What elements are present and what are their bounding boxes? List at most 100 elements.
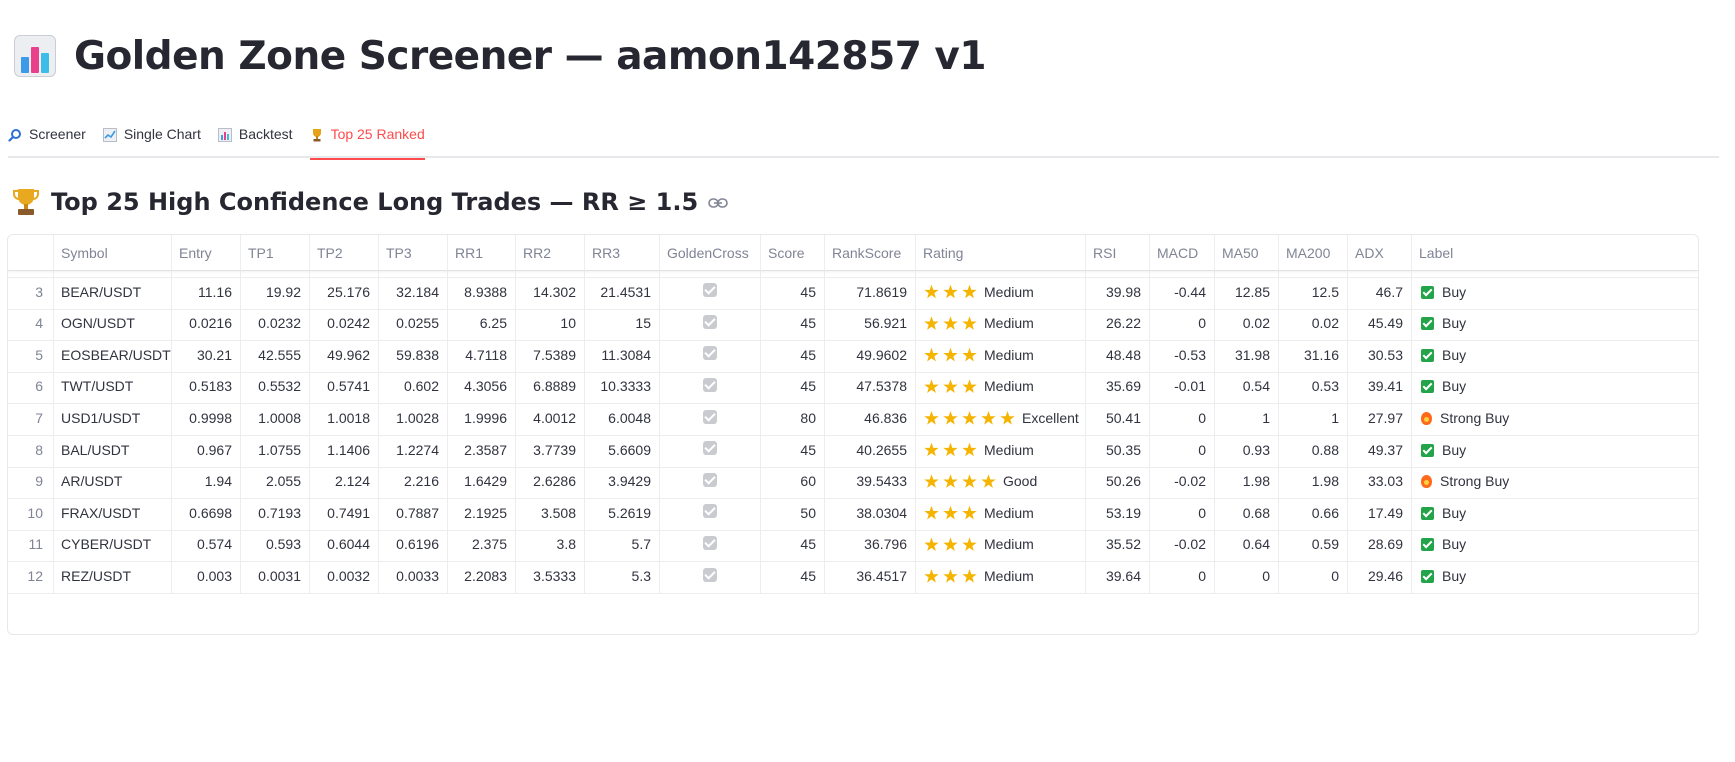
rsi-cell[interactable]: 35.52 bbox=[1086, 527, 1150, 563]
ma200-cell[interactable]: 0.66 bbox=[1279, 495, 1348, 531]
rr1-cell[interactable]: 1.9996 bbox=[448, 401, 516, 436]
tp3-cell[interactable]: 59.838 bbox=[379, 337, 448, 373]
entry-cell[interactable]: 0.9998 bbox=[172, 401, 241, 436]
golden-cross-checkbox[interactable] bbox=[660, 464, 761, 500]
rr1-cell[interactable]: 4.7118 bbox=[448, 337, 516, 373]
rating-cell[interactable]: Medium bbox=[916, 527, 1086, 563]
symbol-cell[interactable]: REZ/USDT bbox=[54, 559, 172, 594]
tp2-cell[interactable]: 0.0242 bbox=[310, 306, 379, 342]
rr1-cell[interactable]: 1.6429 bbox=[448, 464, 516, 500]
entry-cell[interactable]: 0.574 bbox=[172, 527, 241, 563]
entry-cell[interactable]: 1.94 bbox=[172, 464, 241, 500]
rr2-cell[interactable]: 3.8 bbox=[516, 527, 585, 563]
column-header[interactable]: MACD bbox=[1150, 235, 1215, 271]
rr1-cell[interactable]: 4.3056 bbox=[448, 369, 516, 405]
symbol-cell[interactable]: CYBER/USDT bbox=[54, 527, 172, 563]
rr3-cell[interactable]: 21.4531 bbox=[585, 274, 660, 310]
tab-screener[interactable]: Screener bbox=[8, 120, 86, 158]
golden-cross-checkbox[interactable] bbox=[660, 401, 761, 436]
rating-cell[interactable]: Medium bbox=[916, 432, 1086, 468]
adx-cell[interactable]: 28.69 bbox=[1348, 527, 1412, 563]
entry-cell[interactable]: 0.967 bbox=[172, 432, 241, 468]
tp2-cell[interactable]: 49.962 bbox=[310, 337, 379, 373]
rr1-cell[interactable]: 6.25 bbox=[448, 306, 516, 342]
tp1-cell[interactable]: 0.7193 bbox=[241, 495, 310, 531]
entry-cell[interactable]: 11.16 bbox=[172, 274, 241, 310]
score-cell[interactable]: 60 bbox=[761, 464, 825, 500]
symbol-cell[interactable]: USD1/USDT bbox=[54, 401, 172, 436]
row-index[interactable]: 9 bbox=[8, 464, 54, 500]
rr3-cell[interactable]: 15 bbox=[585, 306, 660, 342]
ranked-trades-table[interactable]: 2FAX/USDT0.99961.00061.00161.00269.99620… bbox=[7, 234, 1699, 635]
rank-score-cell[interactable]: 36.4517 bbox=[825, 559, 916, 594]
score-cell[interactable]: 45 bbox=[761, 527, 825, 563]
rank-score-cell[interactable]: 39.5433 bbox=[825, 464, 916, 500]
adx-cell[interactable]: 30.53 bbox=[1348, 337, 1412, 373]
ma50-cell[interactable]: 1 bbox=[1215, 401, 1279, 436]
signal-label-cell[interactable]: Buy bbox=[1412, 527, 1698, 562]
tp3-cell[interactable]: 0.0255 bbox=[379, 306, 448, 342]
link-icon[interactable] bbox=[708, 196, 729, 208]
adx-cell[interactable]: 27.97 bbox=[1348, 401, 1412, 436]
row-index[interactable]: 4 bbox=[8, 306, 54, 342]
table-row[interactable]: 9 AR/USDT 1.94 2.055 2.124 2.216 1.6429 2.6286 3… bbox=[8, 464, 1698, 500]
rating-cell[interactable]: Medium bbox=[916, 495, 1086, 531]
macd-cell[interactable]: -0.02 bbox=[1150, 464, 1215, 500]
rr2-cell[interactable]: 7.5389 bbox=[516, 337, 585, 373]
score-cell[interactable]: 45 bbox=[761, 337, 825, 373]
rating-cell[interactable]: Medium bbox=[916, 274, 1086, 310]
adx-cell[interactable]: 17.49 bbox=[1348, 495, 1412, 531]
golden-cross-checkbox[interactable] bbox=[660, 432, 761, 468]
tp2-cell[interactable]: 0.6044 bbox=[310, 527, 379, 563]
ma50-cell[interactable]: 0.93 bbox=[1215, 432, 1279, 468]
ma200-cell[interactable]: 1 bbox=[1279, 401, 1348, 436]
rsi-cell[interactable]: 35.69 bbox=[1086, 369, 1150, 405]
ma200-cell[interactable]: 0.88 bbox=[1279, 432, 1348, 468]
rating-cell[interactable]: Medium bbox=[916, 369, 1086, 405]
signal-label-cell[interactable]: Buy bbox=[1412, 559, 1698, 594]
rr2-cell[interactable]: 10 bbox=[516, 306, 585, 342]
symbol-cell[interactable]: EOSBEAR/USDT bbox=[54, 337, 172, 373]
rr1-cell[interactable]: 2.2083 bbox=[448, 559, 516, 594]
ma50-cell[interactable]: 31.98 bbox=[1215, 337, 1279, 373]
row-index[interactable]: 8 bbox=[8, 432, 54, 468]
ma200-cell[interactable]: 12.5 bbox=[1279, 274, 1348, 310]
signal-label-cell[interactable]: Buy bbox=[1412, 433, 1698, 468]
table-row[interactable]: 11 CYBER/USDT 0.574 0.593 0.6044 0.6196 2.375 3… bbox=[8, 527, 1698, 563]
tp3-cell[interactable]: 0.602 bbox=[379, 369, 448, 405]
table-row[interactable]: 3 BEAR/USDT 11.16 19.92 25.176 32.184 8.9388 14… bbox=[8, 274, 1698, 310]
score-cell[interactable]: 45 bbox=[761, 274, 825, 310]
macd-cell[interactable]: -0.02 bbox=[1150, 527, 1215, 563]
rr3-cell[interactable]: 5.2619 bbox=[585, 495, 660, 531]
adx-cell[interactable]: 49.37 bbox=[1348, 432, 1412, 468]
tp3-cell[interactable]: 1.0028 bbox=[379, 401, 448, 436]
column-header[interactable]: TP3 bbox=[379, 235, 448, 271]
entry-cell[interactable]: 0.5183 bbox=[172, 369, 241, 405]
ma200-cell[interactable]: 31.16 bbox=[1279, 337, 1348, 373]
adx-cell[interactable]: 45.49 bbox=[1348, 306, 1412, 342]
rr2-cell[interactable]: 6.8889 bbox=[516, 369, 585, 405]
column-header[interactable]: Score bbox=[761, 235, 825, 271]
ma50-cell[interactable]: 0.02 bbox=[1215, 306, 1279, 342]
rsi-cell[interactable]: 39.98 bbox=[1086, 274, 1150, 310]
signal-label-cell[interactable]: Strong Buy bbox=[1412, 464, 1698, 499]
column-header[interactable]: Label bbox=[1412, 235, 1698, 271]
tp1-cell[interactable]: 1.0755 bbox=[241, 432, 310, 468]
ma50-cell[interactable]: 1.98 bbox=[1215, 464, 1279, 500]
rating-cell[interactable]: Medium bbox=[916, 337, 1086, 373]
rr2-cell[interactable]: 4.0012 bbox=[516, 401, 585, 436]
golden-cross-checkbox[interactable] bbox=[660, 337, 761, 373]
table-row[interactable]: 12 REZ/USDT 0.003 0.0031 0.0032 0.0033 2.2083 3… bbox=[8, 559, 1698, 594]
entry-cell[interactable]: 30.21 bbox=[172, 337, 241, 373]
rr1-cell[interactable]: 8.9388 bbox=[448, 274, 516, 310]
row-index[interactable]: 7 bbox=[8, 401, 54, 436]
column-header[interactable]: GoldenCross bbox=[660, 235, 761, 271]
rr3-cell[interactable]: 5.6609 bbox=[585, 432, 660, 468]
tab-single-chart[interactable]: Single Chart bbox=[102, 120, 201, 158]
score-cell[interactable]: 45 bbox=[761, 432, 825, 468]
rating-cell[interactable]: Medium bbox=[916, 559, 1086, 594]
entry-cell[interactable]: 0.003 bbox=[172, 559, 241, 594]
column-header[interactable]: TP1 bbox=[241, 235, 310, 271]
signal-label-cell[interactable]: Buy bbox=[1412, 369, 1698, 404]
row-index[interactable]: 6 bbox=[8, 369, 54, 405]
